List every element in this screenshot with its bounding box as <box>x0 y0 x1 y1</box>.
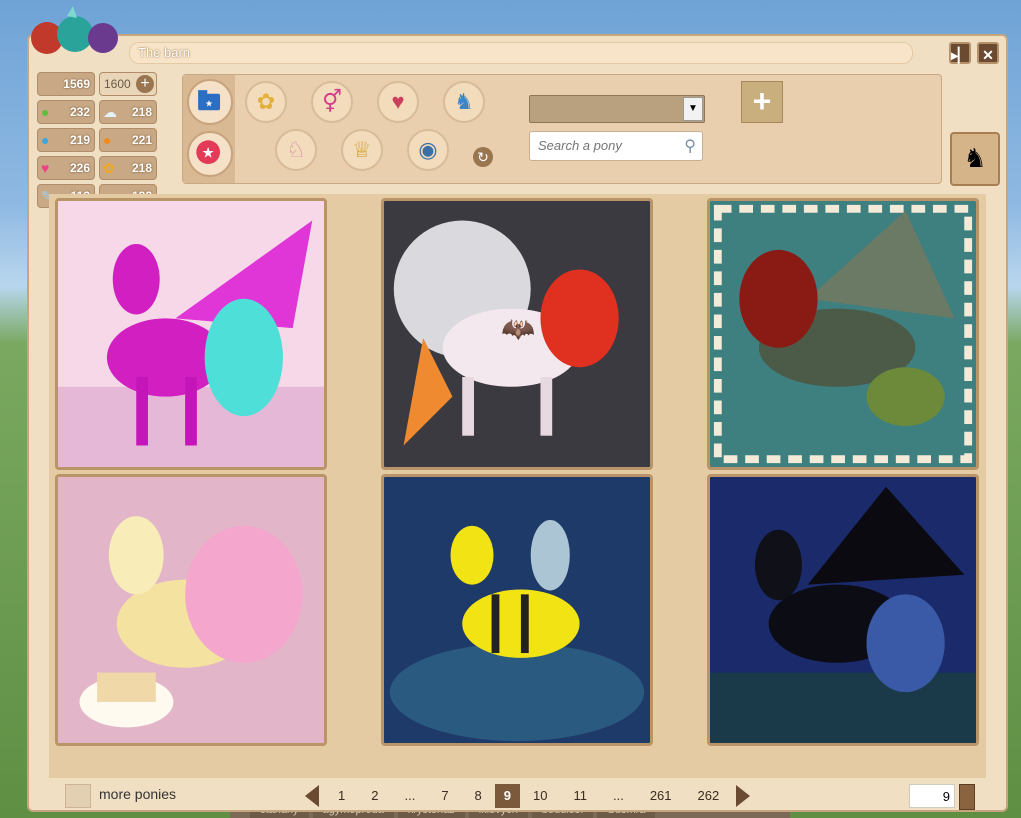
add-currency-button[interactable]: + <box>136 75 154 93</box>
search-icon[interactable]: ⚲ <box>684 136 696 156</box>
star-badge-icon: ★ <box>196 140 221 165</box>
chevron-down-icon[interactable]: ▼ <box>683 97 703 121</box>
pony-face-icon: ♞ <box>454 89 474 114</box>
pony-image-bee-pony <box>384 477 650 743</box>
add-button[interactable]: + <box>741 81 783 123</box>
pony-image-birthday-unicorn <box>58 477 324 743</box>
more-ponies-checkbox[interactable] <box>65 784 91 808</box>
page-link[interactable]: 1 <box>325 784 358 808</box>
svg-text:★: ★ <box>202 146 215 162</box>
pony-image-night-pegasus <box>710 477 976 743</box>
prev-page-arrow-icon[interactable] <box>305 785 319 807</box>
eye-icon: ◉ <box>418 137 438 162</box>
current-page: 9 <box>494 784 521 808</box>
game-logo <box>31 6 118 54</box>
page-ellipsis: ... <box>612 788 624 803</box>
heart-ring-icon: ♥ <box>391 89 405 114</box>
stat-apple: ● 232 <box>37 100 95 124</box>
page-link[interactable]: 8 <box>462 784 495 808</box>
footer-bar: more ponies 1 2 ... 7 8 9 10 11 ... 261 … <box>65 782 975 810</box>
breed-icon: ✿ <box>256 89 276 114</box>
pony-card[interactable] <box>55 474 327 746</box>
stat-paw: ✿ 218 <box>99 156 157 180</box>
page-link[interactable]: 7 <box>428 784 461 808</box>
currency-max: 1600 + <box>99 72 157 96</box>
pony-grid: 🦇 <box>49 194 986 778</box>
love-filter-button[interactable]: ♥ <box>377 81 419 123</box>
folder-button[interactable]: ★ <box>187 79 233 125</box>
eye-filter-button[interactable]: ◉ <box>407 129 449 171</box>
sort-select[interactable]: ▼ <box>529 95 705 123</box>
svg-text:🦇: 🦇 <box>501 313 535 344</box>
pony-card[interactable] <box>707 474 979 746</box>
pony-image-pink-pegasus <box>58 201 324 467</box>
page-number-input[interactable]: 9 <box>909 784 955 808</box>
pagination: 1 2 ... 7 8 9 10 11 ... 261 262 <box>305 784 751 808</box>
filter-toolbar: ★ ★ ✿ ⚥ ♥ ♞ ♘ ♕ ◉ ↻ ▼ ⚲ + <box>182 74 942 184</box>
next-page-arrow-icon[interactable] <box>736 785 751 807</box>
gender-icon: ⚥ <box>322 89 342 114</box>
export-pony-button[interactable]: ♞ <box>950 132 1000 186</box>
close-button[interactable]: ✕ <box>977 42 999 64</box>
cloud-icon: ☁ <box>103 104 117 120</box>
heart-icon: ♥ <box>41 160 50 176</box>
stat-value: 219 <box>69 133 90 147</box>
unicorn-icon: ♘ <box>286 137 306 162</box>
window-title: The barn <box>138 45 191 60</box>
page-link[interactable]: 10 <box>520 784 560 808</box>
fruit-icon: ● <box>103 132 112 148</box>
apple-icon: ● <box>41 104 50 120</box>
pony-image-zombie-pegasus <box>710 201 976 467</box>
unicorn-filter-button[interactable]: ♘ <box>275 129 317 171</box>
drop-icon: ● <box>41 132 50 148</box>
pony-card[interactable] <box>707 198 979 470</box>
search-input[interactable] <box>536 137 680 154</box>
pony-card[interactable] <box>55 198 327 470</box>
folder-star-icon: ★ <box>198 90 221 111</box>
stat-value: 226 <box>69 161 90 175</box>
page-link[interactable]: 2 <box>358 784 391 808</box>
page-link[interactable]: 262 <box>685 784 733 808</box>
stat-value: 218 <box>131 161 152 175</box>
gender-filter-button[interactable]: ⚥ <box>311 81 353 123</box>
stat-cloud: ☁ 218 <box>99 100 157 124</box>
currency-stat: 1569 <box>37 72 95 96</box>
breed-filter-button[interactable]: ✿ <box>245 81 287 123</box>
pony-card[interactable]: 🦇 <box>381 198 653 470</box>
more-ponies-label: more ponies <box>99 786 177 802</box>
minimize-button[interactable]: ▸▏ <box>949 42 971 64</box>
stat-value: 218 <box>131 105 152 119</box>
trophy-filter-button[interactable]: ♕ <box>341 129 383 171</box>
pony-type-filter-button[interactable]: ♞ <box>443 81 485 123</box>
page-link[interactable]: 11 <box>560 784 600 808</box>
reset-filters-button[interactable]: ↻ <box>473 147 493 167</box>
barn-window: The barn ▸▏ ✕ 1569 1600 + ● 232 ☁ 218 ● 219… <box>27 6 1008 812</box>
pony-image-vampire-unicorn: 🦇 <box>384 201 650 467</box>
favorites-button[interactable]: ★ <box>187 131 233 177</box>
refresh-icon: ↻ <box>477 149 489 165</box>
stat-drop: ● 219 <box>37 128 95 152</box>
stat-value: 221 <box>131 133 152 147</box>
stat-value: 232 <box>69 105 90 119</box>
currency-max-value: 1600 <box>104 77 131 91</box>
svg-text:★: ★ <box>205 99 213 109</box>
page-ellipsis: ... <box>404 788 416 803</box>
paw-icon: ✿ <box>103 160 115 176</box>
go-to-page-button[interactable] <box>959 784 975 810</box>
trophy-icon: ♕ <box>352 137 372 162</box>
stat-heart: ♥ 226 <box>37 156 95 180</box>
pony-card[interactable] <box>381 474 653 746</box>
stat-fruit: ● 221 <box>99 128 157 152</box>
page-link[interactable]: 261 <box>637 784 685 808</box>
search-box: ⚲ <box>529 131 703 161</box>
title-bar: The barn <box>129 42 913 64</box>
currency-value: 1569 <box>63 77 90 91</box>
pony-export-icon: ♞ <box>963 143 987 173</box>
